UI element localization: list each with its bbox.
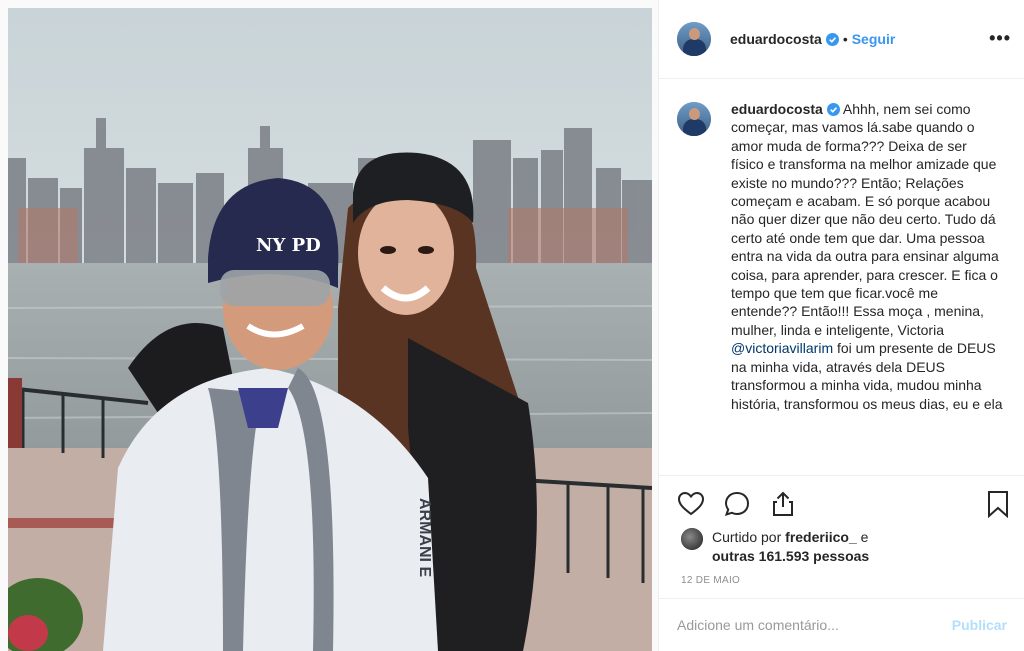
caption-username[interactable]: eduardocosta — [731, 101, 823, 117]
post-photo[interactable]: NY PD ARMANI E — [8, 8, 652, 651]
jacket-print: ARMANI E — [416, 498, 433, 577]
likes-text: Curtido por frederiico_ e outras 161.593… — [712, 528, 869, 566]
caption-body-1: Ahhh, nem sei como começar, mas vamos lá… — [731, 101, 999, 338]
author-avatar[interactable] — [677, 22, 711, 56]
comment-input[interactable] — [677, 617, 944, 633]
post-image: NY PD ARMANI E — [8, 8, 652, 651]
post-side-panel: eduardocosta • Seguir ••• eduardocosta A… — [658, 0, 1024, 651]
caption-mention-link[interactable]: @victoriavillarim — [731, 340, 833, 356]
caption-avatar[interactable] — [677, 102, 711, 136]
heart-icon[interactable] — [677, 490, 705, 518]
separator-dot: • — [842, 31, 848, 47]
liker-username[interactable]: frederiico_ — [785, 529, 857, 545]
comment-icon[interactable] — [723, 490, 751, 518]
hat-print: NY PD — [256, 235, 321, 256]
liker-avatar[interactable] — [681, 528, 703, 550]
action-icons — [677, 490, 797, 518]
likes-prefix: Curtido por — [712, 529, 786, 545]
post-header: eduardocosta • Seguir ••• — [659, 0, 1024, 79]
bookmark-icon[interactable] — [985, 490, 1011, 518]
verified-badge-icon — [825, 32, 839, 46]
likes-summary[interactable]: Curtido por frederiico_ e outras 161.593… — [681, 528, 869, 566]
publish-button[interactable]: Publicar — [952, 617, 1007, 633]
caption-text: eduardocosta Ahhh, nem sei como começar,… — [731, 100, 1003, 475]
more-options-icon[interactable]: ••• — [989, 28, 1011, 49]
comment-box: Publicar — [659, 598, 1024, 651]
author-username[interactable]: eduardocosta — [730, 31, 822, 47]
post-date[interactable]: 12 DE MAIO — [681, 575, 740, 586]
follow-button[interactable]: Seguir — [852, 31, 896, 47]
verified-badge-icon — [826, 103, 840, 116]
likes-others[interactable]: outras 161.593 pessoas — [712, 548, 869, 564]
share-icon[interactable] — [769, 490, 797, 518]
likes-middle: e — [856, 529, 869, 545]
caption-area[interactable]: eduardocosta Ahhh, nem sei como começar,… — [659, 80, 1024, 475]
